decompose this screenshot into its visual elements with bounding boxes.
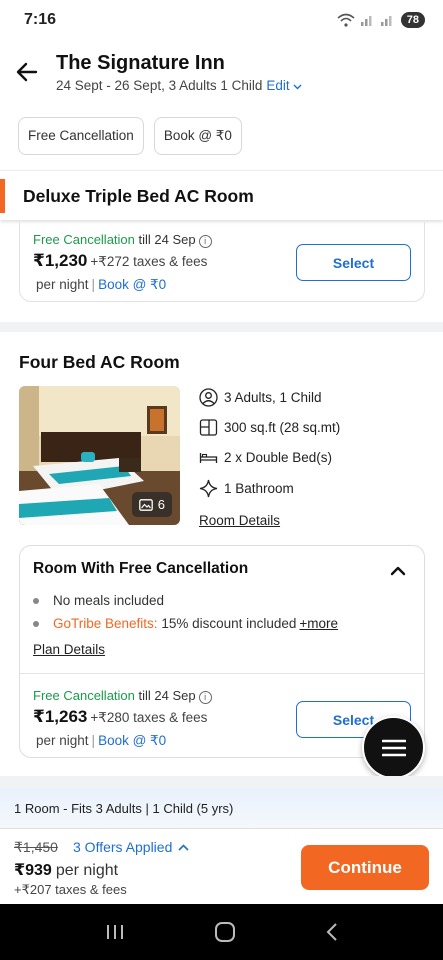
home-icon[interactable] (214, 921, 236, 943)
cancellation-till: till 24 Sep (138, 688, 196, 703)
back-arrow-icon[interactable] (14, 59, 40, 85)
plan-divider (20, 673, 424, 674)
bed-icon (199, 453, 218, 463)
photo-count-badge: 6 (131, 492, 172, 517)
room-price: ₹1,230 (33, 251, 88, 270)
feature-area: 300 sq.ft (28 sq.mt) (199, 418, 340, 437)
book-zero-link[interactable]: Book @ ₹0 (98, 733, 166, 748)
feature-occupancy: 3 Adults, 1 Child (199, 388, 322, 407)
status-icons: 78 (337, 12, 425, 28)
menu-fab[interactable] (362, 716, 425, 779)
photo-count: 6 (157, 497, 165, 512)
status-bar: 7:16 78 (0, 0, 443, 40)
plan-title: Room With Free Cancellation (33, 560, 249, 577)
meals-text: No meals included (53, 593, 165, 608)
per-night-line: per night | Book @ ₹0 (36, 733, 167, 748)
back-icon[interactable] (325, 922, 339, 942)
chevron-up-icon (178, 843, 189, 851)
offers-applied-link[interactable]: 3 Offers Applied (73, 839, 189, 855)
taxes-fees: +₹272 taxes & fees (90, 254, 208, 269)
edit-link[interactable]: Edit (266, 78, 302, 93)
select-button[interactable]: Select (296, 244, 411, 281)
header: The Signature Inn 24 Sept - 26 Sept, 3 A… (0, 46, 443, 106)
recent-apps-icon[interactable] (105, 923, 125, 941)
book-zero-link[interactable]: Book @ ₹0 (98, 277, 166, 292)
floor-plan-icon (199, 419, 218, 436)
room2-plan-card: Room With Free Cancellation No meals inc… (19, 545, 425, 758)
final-price-line: ₹939 per night (14, 860, 118, 880)
hotel-title: The Signature Inn (56, 52, 225, 74)
price-line: ₹1,263 +₹280 taxes & fees (33, 707, 207, 727)
hamburger-menu-icon (381, 739, 406, 756)
plan-details-link[interactable]: Plan Details (33, 642, 105, 657)
stay-info: 24 Sept - 26 Sept, 3 Adults 1 Child Edit (56, 78, 302, 93)
sticky-room-header: Deluxe Triple Bed AC Room (0, 170, 443, 220)
original-price: ₹1,450 (14, 839, 58, 855)
room-title: Four Bed AC Room (19, 352, 180, 372)
stay-dates-guests: 24 Sept - 26 Sept, 3 Adults 1 Child (56, 78, 263, 93)
info-icon[interactable]: i (198, 235, 212, 248)
bullet-dot (33, 620, 39, 627)
gotribe-text: 15% discount included (161, 616, 297, 631)
area-text: 300 sq.ft (28 sq.mt) (224, 420, 341, 435)
more-link[interactable]: +more (299, 616, 338, 631)
wifi-icon (337, 13, 355, 27)
info-icon[interactable]: i (198, 691, 212, 704)
per-night-label: per night (55, 862, 119, 879)
free-cancellation-text: Free Cancellation (33, 688, 135, 703)
person-icon (199, 388, 218, 407)
chip-book-zero[interactable]: Book @ ₹0 (153, 117, 242, 155)
signal-icon (360, 16, 372, 26)
free-cancellation-text: Free Cancellation (33, 232, 135, 247)
room-price: ₹1,263 (33, 707, 88, 726)
edit-label: Edit (266, 78, 290, 93)
offers-label: 3 Offers Applied (73, 839, 173, 855)
final-price: ₹939 (14, 862, 52, 879)
room-photo[interactable]: 6 (19, 386, 180, 525)
status-time: 7:16 (24, 11, 57, 28)
section-divider (0, 322, 443, 332)
beds-text: 2 x Double Bed(s) (224, 450, 333, 465)
accent-bar (0, 179, 5, 213)
per-night-label: per night (36, 733, 89, 748)
battery-indicator: 78 (400, 12, 425, 28)
signal-icon-2 (380, 16, 392, 26)
occupancy-text: 3 Adults, 1 Child (224, 390, 322, 405)
sticky-room-title: Deluxe Triple Bed AC Room (23, 186, 254, 206)
taxes-fees: +₹280 taxes & fees (90, 710, 208, 725)
per-night-line: per night | Book @ ₹0 (36, 277, 167, 292)
system-nav-bar (0, 904, 443, 960)
section-divider (0, 776, 443, 788)
room1-plan-card: Free Cancellation till 24 Sep i ₹1,230 +₹2… (19, 222, 425, 302)
gotribe-bullet: GoTribe Benefits: 15% discount included +… (33, 616, 338, 631)
meals-bullet: No meals included (33, 593, 164, 608)
chevron-down-icon (293, 84, 302, 90)
room-fit-summary: 1 Room - Fits 3 Adults | 1 Child (5 yrs) (0, 788, 443, 828)
bullet-dot (33, 597, 39, 604)
bathroom-text: 1 Bathroom (224, 481, 294, 496)
per-night-label: per night (36, 277, 89, 292)
bottom-price-bar: ₹1,450 3 Offers Applied ₹939 per night +₹… (0, 828, 443, 904)
gotribe-label: GoTribe Benefits: (53, 616, 158, 631)
chevron-up-icon[interactable] (388, 561, 408, 581)
sparkle-icon (199, 479, 218, 498)
filter-chips: Free Cancellation Book @ ₹0 (18, 117, 242, 155)
price-line: ₹1,230 +₹272 taxes & fees (33, 251, 207, 271)
total-taxes: +₹207 taxes & fees (14, 882, 127, 897)
continue-button[interactable]: Continue (301, 845, 429, 890)
feature-bathroom: 1 Bathroom (199, 479, 294, 498)
room-details-link[interactable]: Room Details (199, 513, 280, 528)
feature-beds: 2 x Double Bed(s) (199, 448, 332, 467)
chip-free-cancellation[interactable]: Free Cancellation (18, 117, 144, 155)
gallery-icon (138, 498, 153, 511)
cancellation-till: till 24 Sep (138, 232, 196, 247)
cancellation-line: Free Cancellation till 24 Sep i (33, 688, 212, 704)
cancellation-line: Free Cancellation till 24 Sep i (33, 232, 212, 248)
